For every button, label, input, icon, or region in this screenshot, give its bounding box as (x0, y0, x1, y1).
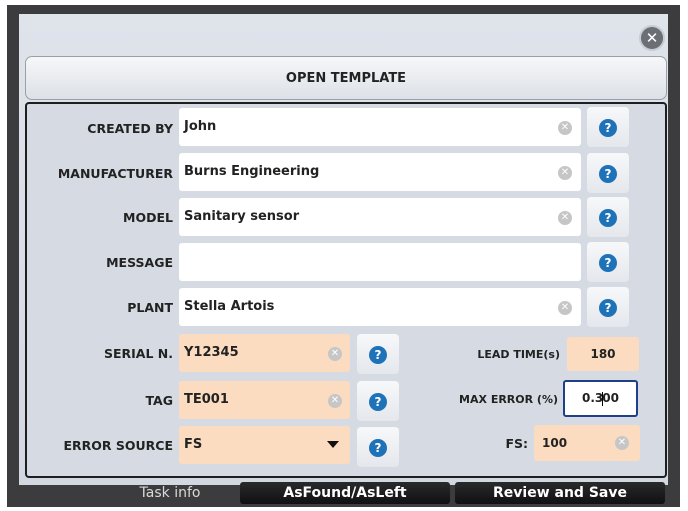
created-by-value: John (184, 119, 217, 134)
clear-created-by-icon[interactable]: ✕ (558, 121, 572, 135)
help-icon: ? (369, 439, 387, 457)
tab-asfound-asleft-label: AsFound/AsLeft (283, 485, 407, 501)
clear-serial-icon[interactable]: ✕ (328, 347, 342, 361)
serial-value: Y12345 (184, 345, 239, 360)
tag-help-button[interactable]: ? (357, 381, 399, 421)
clear-fs-icon[interactable]: ✕ (615, 436, 629, 450)
lead-time-label: LEAD TIME(s) (477, 348, 560, 361)
fs-value: 100 (542, 436, 568, 450)
tab-review-and-save[interactable]: Review and Save (455, 482, 665, 504)
model-value: Sanitary sensor (184, 209, 300, 224)
model-label: MODEL (123, 210, 173, 225)
fs-label: FS: (505, 436, 528, 451)
max-error-value-before-caret: 0.3 (582, 391, 604, 405)
tab-task-info[interactable]: Task info (100, 482, 240, 504)
tag-field[interactable]: TE001 (179, 381, 350, 419)
max-error-value-after-caret: 00 (602, 391, 619, 405)
tab-review-and-save-label: Review and Save (493, 485, 627, 501)
help-icon: ? (599, 299, 617, 317)
manufacturer-label: MANUFACTURER (57, 166, 173, 181)
message-field[interactable] (179, 243, 581, 281)
clear-model-icon[interactable]: ✕ (558, 211, 572, 225)
manufacturer-help-button[interactable]: ? (587, 153, 629, 193)
created-by-label: CREATED BY (87, 121, 173, 136)
created-by-help-button[interactable]: ? (587, 107, 629, 147)
close-icon[interactable]: ✕ (641, 27, 663, 49)
plant-label: PLANT (127, 300, 173, 315)
chevron-down-icon[interactable] (327, 441, 339, 448)
serial-field[interactable]: Y12345 (179, 334, 350, 372)
plant-field[interactable]: Stella Artois (179, 288, 581, 326)
tab-task-info-label: Task info (139, 485, 201, 501)
error-source-help-button[interactable]: ? (357, 427, 399, 467)
max-error-label: MAX ERROR (%) (459, 393, 558, 406)
max-error-field[interactable]: 0.300 (563, 380, 638, 417)
help-icon: ? (599, 209, 617, 227)
model-help-button[interactable]: ? (587, 197, 629, 237)
plant-help-button[interactable]: ? (587, 287, 629, 327)
message-help-button[interactable]: ? (587, 242, 629, 282)
error-source-label: ERROR SOURCE (63, 438, 173, 453)
clear-plant-icon[interactable]: ✕ (558, 301, 572, 315)
manufacturer-value: Burns Engineering (184, 164, 320, 179)
manufacturer-field[interactable]: Burns Engineering (179, 153, 581, 191)
lead-time-field[interactable]: 180 (567, 337, 639, 371)
plant-value: Stella Artois (184, 299, 275, 314)
help-icon: ? (599, 254, 617, 272)
open-template-button[interactable]: OPEN TEMPLATE (25, 56, 667, 100)
open-template-label: OPEN TEMPLATE (285, 70, 407, 86)
clear-manufacturer-icon[interactable]: ✕ (558, 166, 572, 180)
tab-asfound-asleft[interactable]: AsFound/AsLeft (240, 482, 450, 504)
tag-label: TAG (145, 393, 174, 408)
tag-value: TE001 (184, 392, 229, 407)
error-source-select[interactable]: FS (179, 426, 350, 464)
help-icon: ? (599, 119, 617, 137)
help-icon: ? (369, 393, 387, 411)
serial-label: SERIAL N. (103, 346, 173, 361)
error-source-value: FS (184, 437, 203, 452)
created-by-field[interactable]: John (179, 108, 581, 146)
help-icon: ? (599, 165, 617, 183)
help-icon: ? (369, 346, 387, 364)
lead-time-value: 180 (590, 347, 616, 361)
clear-tag-icon[interactable]: ✕ (328, 394, 342, 408)
message-label: MESSAGE (106, 255, 173, 270)
model-field[interactable]: Sanitary sensor (179, 198, 581, 236)
serial-help-button[interactable]: ? (357, 334, 399, 374)
